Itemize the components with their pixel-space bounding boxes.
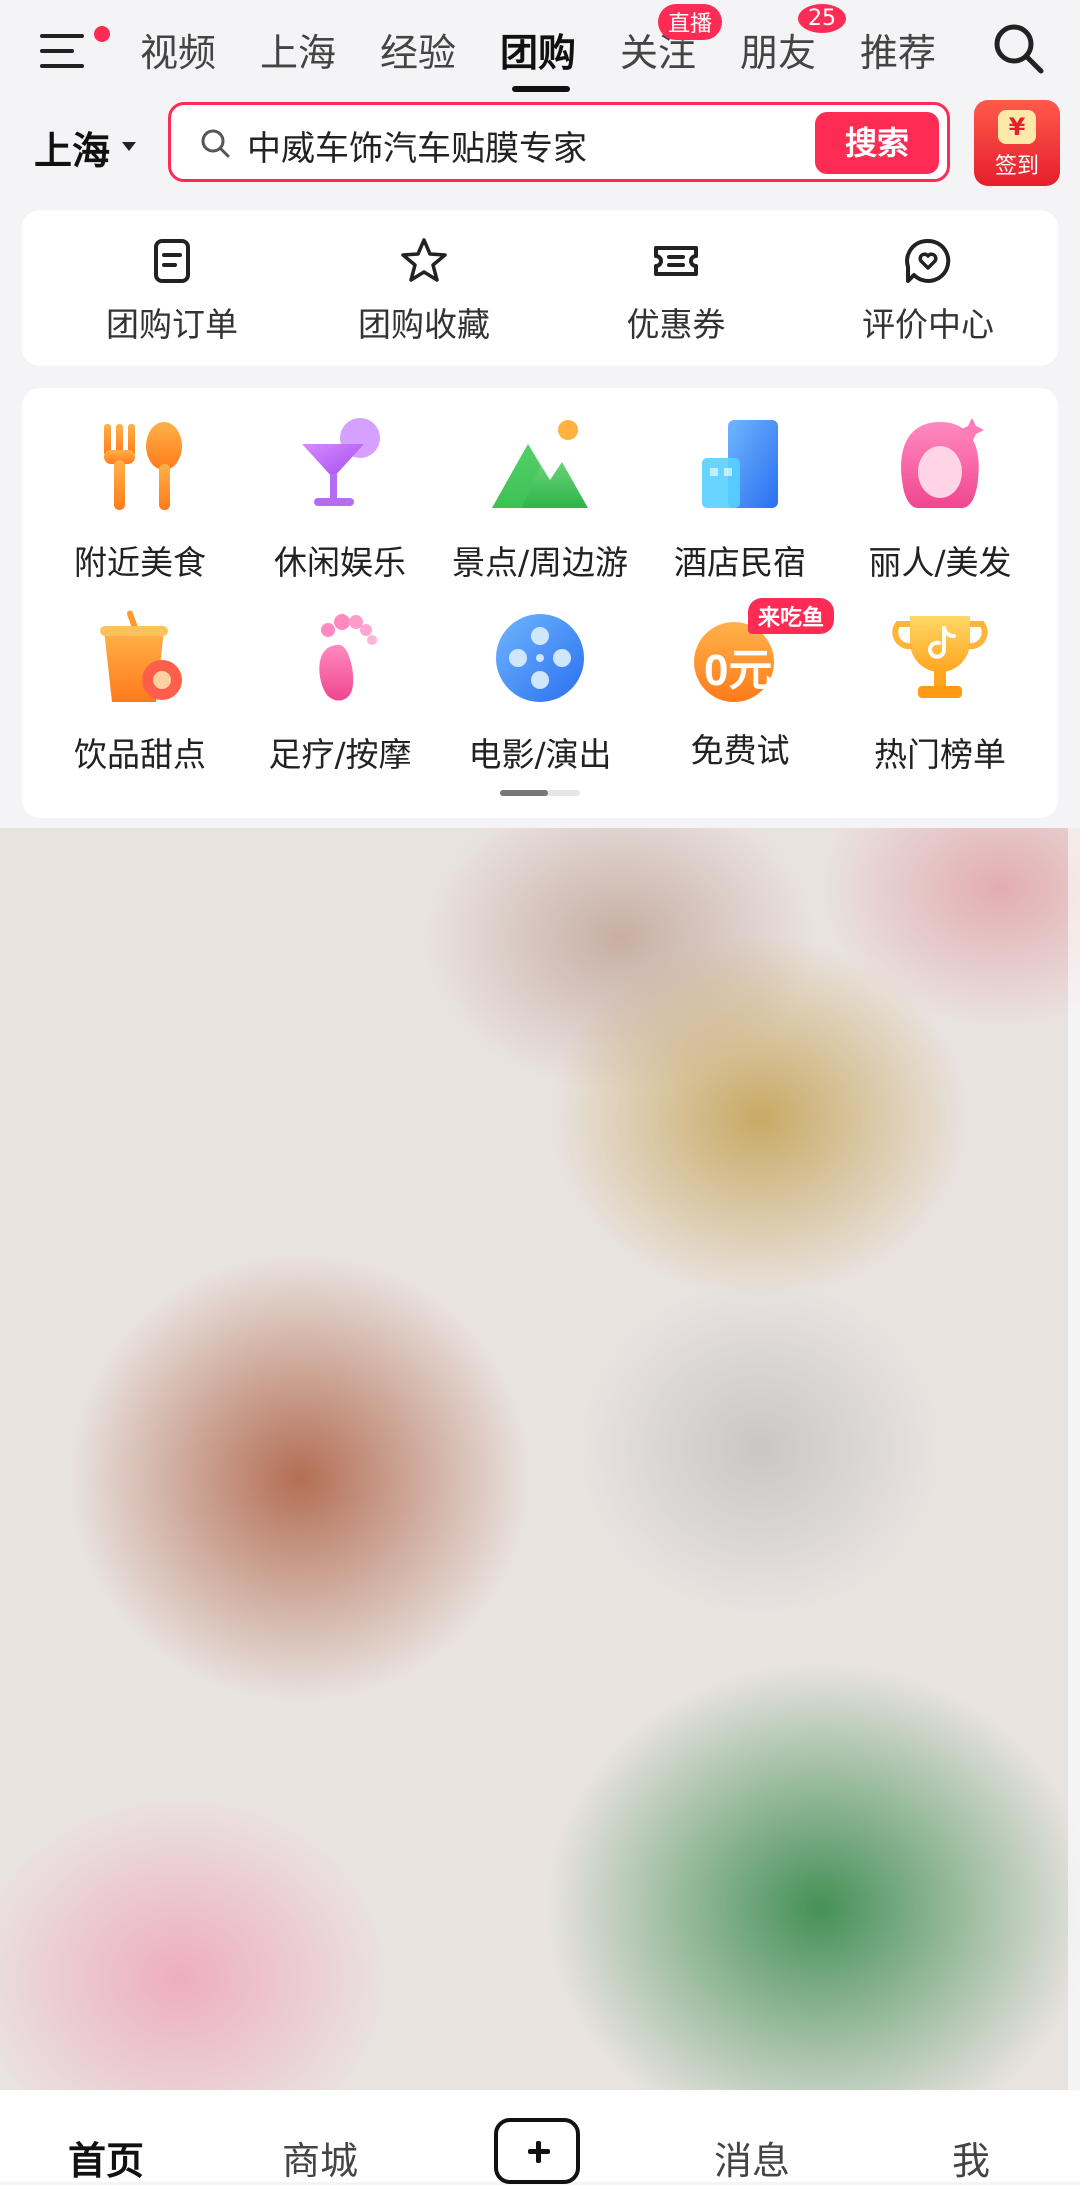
- top-tab-bar: 视频 上海 经验 团购 关注 直播 朋友 25 推荐: [0, 0, 1080, 100]
- category-label: 热门榜单: [874, 735, 1006, 774]
- category-movies[interactable]: 电影/演出: [440, 606, 640, 776]
- tab-recommend[interactable]: 推荐: [860, 22, 936, 77]
- star-icon: [401, 238, 447, 282]
- tab-friends[interactable]: 朋友: [740, 22, 816, 77]
- category-drinks[interactable]: 饮品甜点: [40, 606, 240, 776]
- category-label: 电影/演出: [468, 735, 612, 774]
- review-icon: [905, 238, 951, 283]
- nav-me[interactable]: 我: [952, 2130, 990, 2185]
- category-label: 附近美食: [74, 543, 206, 582]
- category-entertainment[interactable]: 休闲娱乐: [240, 414, 440, 584]
- live-badge: 直播: [658, 4, 723, 40]
- tab-experience[interactable]: 经验: [380, 22, 456, 77]
- category-label: 景点/周边游: [451, 543, 629, 582]
- category-label: 饮品甜点: [74, 735, 206, 774]
- food-icon: [104, 422, 182, 510]
- drink-icon: [100, 610, 182, 702]
- category-scenic[interactable]: 景点/周边游: [440, 414, 640, 584]
- tab-group-buy[interactable]: 团购: [500, 22, 576, 77]
- nav-mall[interactable]: 商城: [282, 2130, 358, 2185]
- category-massage[interactable]: 足疗/按摩: [240, 606, 440, 776]
- search-input[interactable]: 中威车饰汽车贴膜专家: [247, 121, 587, 170]
- film-icon: [496, 614, 584, 702]
- category-rankings[interactable]: 热门榜单: [840, 606, 1040, 776]
- quick-action-coupons[interactable]: 优惠券: [566, 236, 786, 346]
- category-beauty[interactable]: 丽人/美发: [840, 414, 1040, 584]
- coupon-icon: [654, 246, 698, 276]
- quick-action-label: 优惠券: [626, 305, 726, 344]
- nav-home[interactable]: 首页: [68, 2130, 144, 2185]
- category-label: 酒店民宿: [674, 543, 806, 582]
- cocktail-icon: [302, 418, 380, 506]
- category-food[interactable]: 附近美食: [40, 414, 240, 584]
- search-icon: [201, 129, 230, 158]
- quick-action-label: 团购收藏: [358, 305, 490, 344]
- category-label: 免费试: [690, 731, 790, 770]
- beauty-icon: [901, 418, 984, 508]
- search-bar[interactable]: 中威车饰汽车贴膜专家 搜索: [168, 102, 950, 182]
- category-hotel[interactable]: 酒店民宿: [640, 414, 840, 584]
- caret-down-icon[interactable]: [122, 142, 136, 151]
- quick-action-label: 评价中心: [862, 305, 994, 344]
- search-button[interactable]: 搜索: [815, 112, 939, 174]
- friends-count-badge: 25: [798, 4, 846, 33]
- quick-action-reviews[interactable]: 评价中心: [818, 236, 1038, 346]
- search-icon[interactable]: [990, 20, 1046, 76]
- coin-icon: ¥: [998, 110, 1036, 144]
- free-trial-icon-text: 0元: [704, 646, 773, 695]
- nav-messages[interactable]: 消息: [714, 2130, 790, 2185]
- promo-badge: 来吃鱼: [748, 598, 835, 634]
- menu-icon[interactable]: [40, 26, 110, 76]
- category-free-trial[interactable]: 0元 来吃鱼 免费试: [640, 598, 840, 772]
- quick-action-label: 团购订单: [106, 305, 238, 344]
- trophy-icon: [892, 616, 988, 698]
- hotel-icon: [702, 420, 778, 508]
- category-label: 休闲娱乐: [274, 543, 406, 582]
- tab-shanghai[interactable]: 上海: [260, 22, 336, 77]
- free-trial-icon: 0元 来吃鱼: [688, 598, 835, 710]
- foot-icon: [319, 614, 377, 701]
- mountain-icon: [492, 420, 588, 508]
- feed-content[interactable]: [0, 828, 1080, 2090]
- city-selector[interactable]: 上海: [34, 120, 110, 175]
- quick-action-orders[interactable]: 团购订单: [62, 236, 282, 346]
- page-indicator: [500, 790, 580, 796]
- tabs: 视频 上海 经验 团购 关注 直播 朋友 25 推荐: [118, 0, 970, 100]
- sign-in-button[interactable]: ¥ 签到: [974, 100, 1060, 186]
- quick-actions-card: 团购订单 团购收藏 优惠券 评价中心: [22, 210, 1058, 366]
- notification-dot: [94, 26, 110, 42]
- tab-video[interactable]: 视频: [140, 22, 216, 77]
- category-grid: 附近美食 休闲娱乐 景点/周边游 酒店民宿 丽人/美发 饮品甜点 足疗/按摩 电…: [22, 388, 1058, 818]
- category-label: 足疗/按摩: [268, 735, 412, 774]
- sign-in-label: 签到: [994, 154, 1039, 179]
- create-button[interactable]: [494, 2118, 580, 2184]
- quick-action-favorites[interactable]: 团购收藏: [314, 236, 534, 346]
- active-tab-indicator: [512, 86, 570, 92]
- bottom-nav: 首页 商城 消息 我: [0, 2090, 1080, 2185]
- category-label: 丽人/美发: [868, 543, 1012, 582]
- order-icon: [154, 239, 190, 283]
